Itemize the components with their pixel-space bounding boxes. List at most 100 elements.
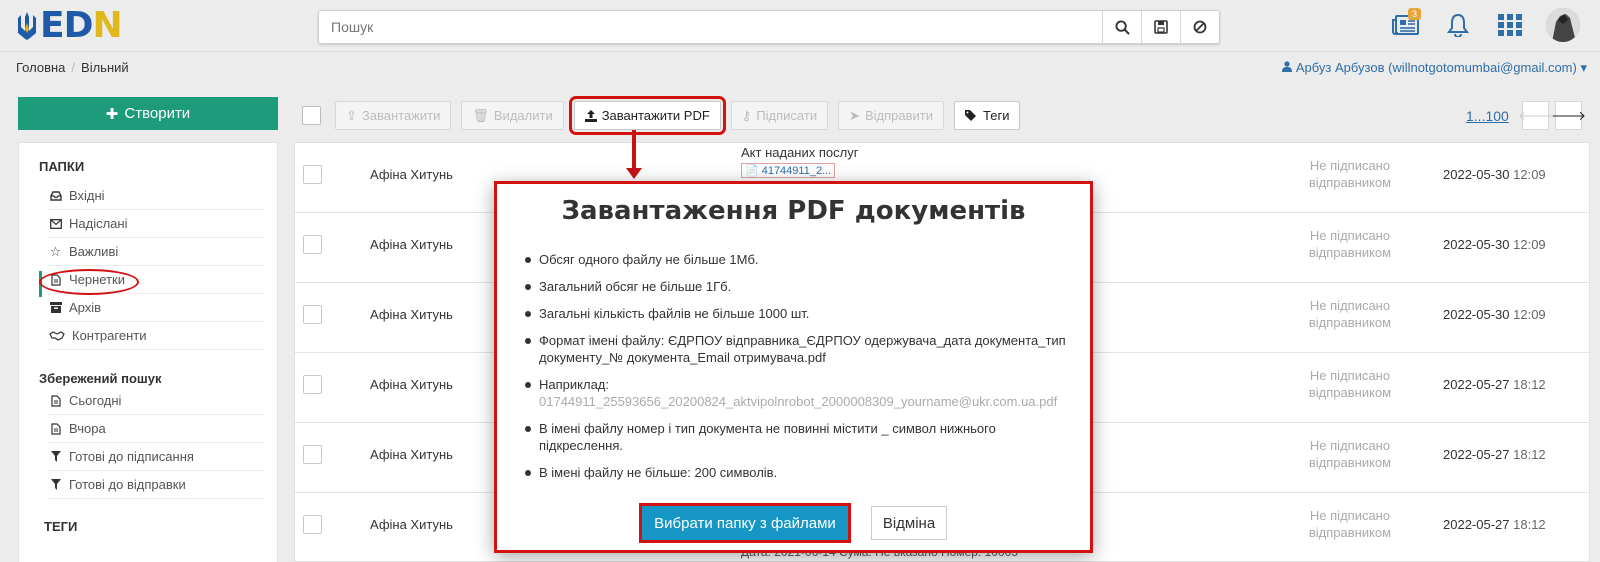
avatar[interactable] bbox=[1546, 8, 1580, 42]
sidebar-item-archive[interactable]: Архів bbox=[49, 294, 263, 322]
row-checkbox[interactable] bbox=[303, 305, 322, 324]
sidebar-item-label: Контрагенти bbox=[72, 328, 147, 343]
toolbar: ⇪ Завантажити 🗑 Видалити Завантажити PDF ⚷… bbox=[294, 96, 1030, 135]
star-icon: ☆ bbox=[49, 243, 62, 259]
rule-item-example: Наприклад: 01744911_25593656_20200824_akt… bbox=[523, 376, 1083, 410]
clear-search-button[interactable] bbox=[1180, 11, 1219, 43]
user-menu[interactable]: Арбуз Арбузов (willnotgotomumbai@gmail.c… bbox=[1282, 60, 1587, 76]
sidebar-item-sent[interactable]: Надіслані bbox=[49, 210, 263, 238]
row-time: 12:09 bbox=[1513, 167, 1546, 182]
create-button[interactable]: ✚ Створити bbox=[18, 97, 278, 130]
notification-badge: 3 bbox=[1407, 8, 1421, 20]
edin-logo[interactable]: EDN bbox=[16, 8, 123, 44]
delete-button[interactable]: 🗑 Видалити bbox=[461, 101, 564, 130]
ban-icon bbox=[1193, 20, 1207, 34]
sidebar: ПАПКИ Вхідні Надіслані ☆ Важливі Чернетк… bbox=[18, 142, 278, 562]
logo-letter-n: N bbox=[92, 5, 122, 46]
sidebar-item-yesterday[interactable]: Вчора bbox=[49, 415, 263, 443]
row-date: 2022-05-30 12:09 bbox=[1443, 237, 1546, 252]
row-date-value: 2022-05-27 bbox=[1443, 377, 1510, 392]
breadcrumb-home[interactable]: Головна bbox=[16, 60, 65, 75]
pagination-range[interactable]: 1...100 bbox=[1466, 108, 1509, 124]
notifications-button[interactable] bbox=[1442, 8, 1474, 42]
row-sender: Афіна Хитунь bbox=[370, 167, 453, 182]
saved-search-heading: Збережений пошук bbox=[39, 371, 162, 386]
grid-icon bbox=[1498, 14, 1522, 36]
news-button[interactable]: 3 bbox=[1390, 8, 1422, 42]
row-sender: Афіна Хитунь bbox=[370, 237, 453, 252]
row-checkbox[interactable] bbox=[303, 235, 322, 254]
send-button[interactable]: ➤ Відправити bbox=[838, 101, 945, 130]
row-status: Не підписано відправником bbox=[1308, 228, 1392, 260]
row-time: 12:09 bbox=[1513, 237, 1546, 252]
delete-label: Видалити bbox=[493, 108, 553, 123]
rule-item: В імені файлу номер і тип документа не п… bbox=[523, 420, 1083, 454]
row-sender: Афіна Хитунь bbox=[370, 517, 453, 532]
sidebar-item-contractors[interactable]: Контрагенти bbox=[49, 322, 263, 350]
row-doc-title[interactable]: Акт наданих послуг bbox=[741, 145, 858, 160]
floppy-icon bbox=[1154, 20, 1168, 34]
sidebar-item-label: Готові до відправки bbox=[69, 477, 186, 492]
callout-arrow-line bbox=[632, 130, 636, 170]
apps-button[interactable] bbox=[1494, 8, 1526, 42]
row-date: 2022-05-30 12:09 bbox=[1443, 167, 1546, 182]
sidebar-item-ready-to-send[interactable]: Готові до відправки bbox=[49, 471, 263, 499]
search-input[interactable] bbox=[319, 11, 1102, 43]
sidebar-item-label: Вхідні bbox=[69, 188, 105, 203]
row-status: Не підписано відправником bbox=[1308, 438, 1392, 470]
rule-item: Формат імені файлу: ЄДРПОУ відправника_Є… bbox=[523, 332, 1083, 366]
row-checkbox[interactable] bbox=[303, 165, 322, 184]
sidebar-item-inbox[interactable]: Вхідні bbox=[49, 182, 263, 210]
arrow-right-icon: 🡒 bbox=[1551, 107, 1586, 123]
sidebar-item-label: Вчора bbox=[69, 421, 106, 436]
sidebar-item-label: Надіслані bbox=[69, 216, 128, 231]
breadcrumb-separator: / bbox=[71, 60, 76, 75]
breadcrumb-current: Вільний bbox=[81, 60, 129, 75]
user-avatar-icon bbox=[1546, 8, 1580, 42]
upload-label: Завантажити bbox=[361, 108, 441, 123]
row-date: 2022-05-27 18:12 bbox=[1443, 377, 1546, 392]
upload-pdf-button[interactable]: Завантажити PDF bbox=[568, 96, 726, 135]
row-date-value: 2022-05-30 bbox=[1443, 237, 1510, 252]
row-status: Не підписано відправником bbox=[1308, 298, 1392, 330]
search-icon bbox=[1114, 19, 1130, 35]
upload-pdf-label: Завантажити PDF bbox=[601, 108, 710, 123]
sidebar-item-label: Сьогодні bbox=[69, 393, 122, 408]
rule-item: В імені файлу не більше: 200 символів. bbox=[523, 464, 1083, 481]
sidebar-item-label: Архів bbox=[69, 300, 102, 315]
row-doc-file-name: 41744911_2... bbox=[761, 164, 832, 177]
archive-icon bbox=[49, 301, 62, 314]
create-label: Створити bbox=[124, 105, 191, 122]
row-time: 18:12 bbox=[1513, 377, 1546, 392]
save-search-button[interactable] bbox=[1141, 11, 1180, 43]
tags-heading: ТЕГИ bbox=[44, 519, 78, 534]
row-checkbox[interactable] bbox=[303, 375, 322, 394]
next-page-button[interactable]: 🡒 bbox=[1551, 101, 1586, 130]
tags-button[interactable]: Теги bbox=[954, 101, 1021, 130]
breadcrumb: Головна / Вільний bbox=[16, 60, 129, 75]
highlight-oval bbox=[39, 269, 139, 295]
rule-item: Обсяг одного файлу не більше 1Мб. bbox=[523, 251, 1083, 268]
sidebar-item-today[interactable]: Сьогодні bbox=[49, 387, 263, 415]
user-name: Арбуз Арбузов (willnotgotomumbai@gmail.c… bbox=[1295, 60, 1577, 75]
sidebar-item-ready-to-sign[interactable]: Готові до підписання bbox=[49, 443, 263, 471]
row-date-value: 2022-05-30 bbox=[1443, 167, 1510, 182]
modal-title: Завантаження PDF документів bbox=[561, 196, 1026, 226]
sign-button[interactable]: ⚷ Підписати bbox=[730, 101, 829, 130]
filter-icon bbox=[49, 478, 62, 491]
search-button[interactable] bbox=[1102, 11, 1141, 43]
row-checkbox[interactable] bbox=[303, 515, 322, 534]
send-label: Відправити bbox=[865, 108, 934, 123]
select-all-checkbox[interactable] bbox=[302, 106, 321, 125]
sidebar-item-important[interactable]: ☆ Важливі bbox=[49, 238, 263, 266]
rule-item: Загальні кількість файлів не більше 1000… bbox=[523, 305, 1083, 322]
upload-icon bbox=[584, 109, 597, 122]
row-checkbox[interactable] bbox=[303, 445, 322, 464]
header-actions: 3 bbox=[1390, 8, 1580, 42]
choose-folder-button[interactable]: Вибрати папку з файлами bbox=[639, 503, 851, 543]
tags-label: Теги bbox=[983, 108, 1010, 123]
cancel-button[interactable]: Відміна bbox=[871, 506, 947, 540]
upload-button[interactable]: ⇪ Завантажити bbox=[335, 101, 452, 130]
row-doc-file[interactable]: 📄 41744911_2... bbox=[741, 163, 836, 178]
prev-page-button[interactable]: 🡐 bbox=[1518, 101, 1553, 130]
